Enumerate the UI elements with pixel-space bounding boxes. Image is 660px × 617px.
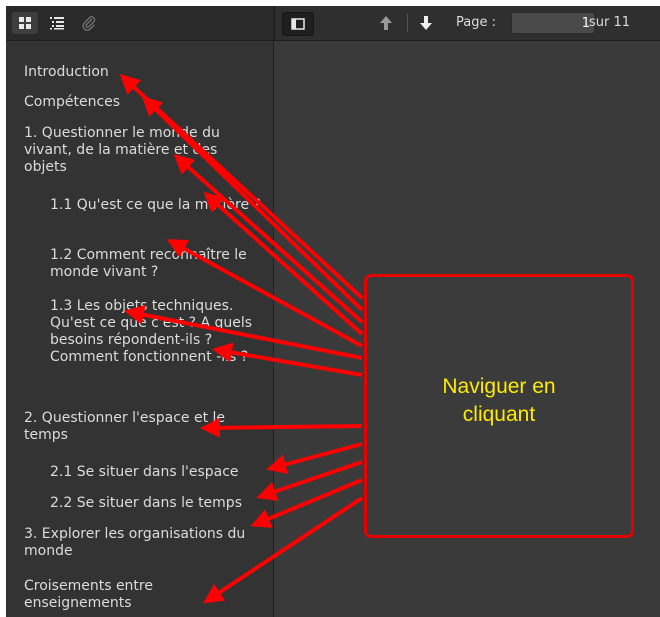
attachments-icon <box>82 16 96 31</box>
toc-item-2-1[interactable]: 2.1 Se situer dans l'espace <box>50 464 270 481</box>
toc-item-1[interactable]: 1. Questionner le monde du vivant, de la… <box>24 125 264 176</box>
attachments-tab[interactable] <box>76 12 102 34</box>
toolbar-divider <box>407 14 408 32</box>
pdf-viewer: Page : sur 11 Introduction Compétences 1… <box>6 6 660 617</box>
toc-item-croisements[interactable]: Croisements entre enseignements <box>24 578 264 612</box>
toc-item-competences[interactable]: Compétences <box>24 94 264 111</box>
previous-page-button[interactable] <box>376 14 396 32</box>
page-total: sur 11 <box>589 15 631 30</box>
callout-text: Naviguer en cliquant <box>442 375 556 426</box>
toc-item-1-3[interactable]: 1.3 Les objets techniques. Qu'est ce que… <box>50 298 270 366</box>
thumbnails-tab[interactable] <box>12 12 38 34</box>
toolbar: Page : sur 11 <box>6 6 660 41</box>
outline-tab[interactable] <box>44 12 70 34</box>
sidebar-toggle-button[interactable] <box>282 12 314 36</box>
thumbnails-icon <box>19 17 31 29</box>
toc-item-3[interactable]: 3. Explorer les organisations du monde <box>24 526 264 560</box>
arrow-up-icon <box>380 16 392 30</box>
next-page-button[interactable] <box>416 14 436 32</box>
callout-box: Naviguer en cliquant <box>364 274 634 538</box>
page-label: Page : <box>456 15 496 30</box>
outline-sidebar: Introduction Compétences 1. Questionner … <box>6 41 274 617</box>
toc-item-2[interactable]: 2. Questionner l'espace et le temps <box>24 410 264 444</box>
toc-item-2-2[interactable]: 2.2 Se situer dans le temps <box>50 495 270 512</box>
outline-icon <box>50 17 64 30</box>
sidebar-toggle-icon <box>291 18 305 30</box>
page-number-input[interactable] <box>511 12 595 34</box>
toc-item-introduction[interactable]: Introduction <box>24 64 264 81</box>
sidebar-tab-bar <box>6 6 275 40</box>
arrow-down-icon <box>420 16 432 30</box>
toc-item-1-2[interactable]: 1.2 Comment reconnaître le monde vivant … <box>50 247 270 281</box>
toc-item-1-1[interactable]: 1.1 Qu'est ce que la matière ? <box>50 197 270 214</box>
